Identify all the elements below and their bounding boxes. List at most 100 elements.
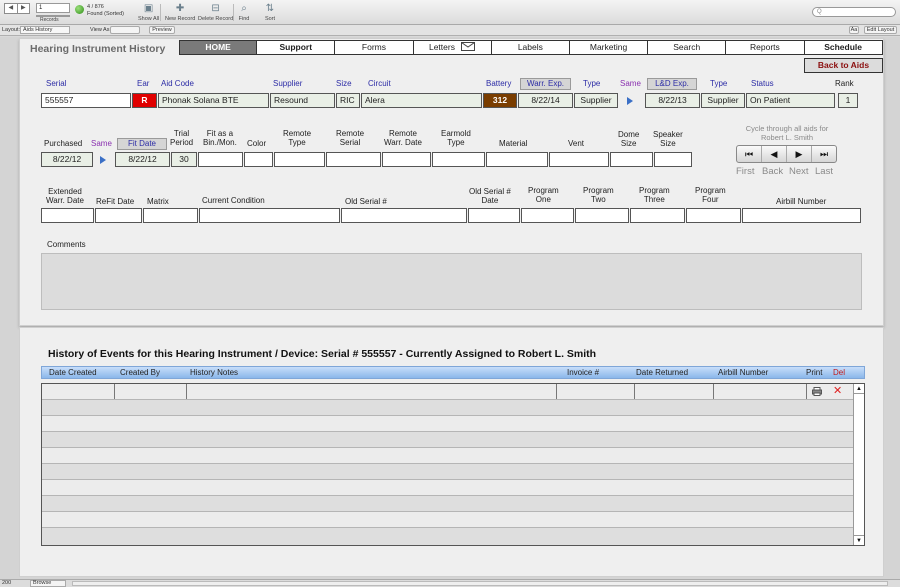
- tab-schedule[interactable]: Schedule: [804, 40, 883, 55]
- record-nav-arrows[interactable]: ◀ ▶: [4, 3, 30, 14]
- circuit-field[interactable]: Alera: [361, 93, 482, 108]
- remote-type-field[interactable]: [274, 152, 325, 167]
- history-portal[interactable]: ✕ ▲ ▼: [41, 383, 865, 546]
- back-to-aids-button[interactable]: Back to Aids: [804, 58, 883, 73]
- supplier-field[interactable]: Resound: [270, 93, 335, 108]
- table-row[interactable]: [42, 528, 853, 545]
- text-format-button[interactable]: Aa: [849, 26, 859, 34]
- show-all-button[interactable]: ▣ Show All: [138, 3, 159, 22]
- type2-field[interactable]: Supplier: [701, 93, 745, 108]
- record-number-input[interactable]: 1: [36, 3, 70, 13]
- print-icon[interactable]: [812, 387, 822, 396]
- warr-exp-button[interactable]: Warr. Exp.: [520, 78, 571, 90]
- mode-select[interactable]: Browse: [30, 580, 66, 587]
- zoom-level[interactable]: 200: [2, 580, 11, 587]
- speaker-size-field[interactable]: [654, 152, 692, 167]
- prev-record-icon[interactable]: ◀: [5, 4, 17, 13]
- ext-warr-label: Extended Warr. Date: [46, 187, 84, 205]
- next-record-icon[interactable]: ▶: [16, 4, 30, 13]
- horizontal-scrollbar[interactable]: [72, 581, 888, 586]
- tab-home[interactable]: HOME: [179, 40, 258, 55]
- delete-icon[interactable]: ✕: [833, 385, 843, 397]
- sort-button[interactable]: ⇅ Sort: [264, 3, 276, 22]
- material-field[interactable]: [486, 152, 548, 167]
- envelope-icon: [461, 42, 476, 51]
- table-row[interactable]: [42, 496, 853, 512]
- table-row[interactable]: [42, 480, 853, 496]
- program-two-field[interactable]: [575, 208, 629, 223]
- program-three-field[interactable]: [630, 208, 685, 223]
- rank-field[interactable]: 1: [838, 93, 858, 108]
- scroll-up-icon[interactable]: ▲: [854, 384, 864, 394]
- old-serial-field[interactable]: [341, 208, 467, 223]
- found-count-value: 4 / 876: [87, 4, 104, 10]
- matrix-field[interactable]: [143, 208, 198, 223]
- airbill-field[interactable]: [742, 208, 861, 223]
- current-condition-field[interactable]: [199, 208, 340, 223]
- table-row[interactable]: [42, 448, 853, 464]
- first-record-icon[interactable]: ⏮: [737, 146, 761, 162]
- ld-exp-field[interactable]: 8/22/13: [645, 93, 700, 108]
- edit-layout-button[interactable]: Edit Layout: [864, 26, 897, 34]
- row-created-by[interactable]: [115, 384, 187, 399]
- history-scrollbar[interactable]: ▲ ▼: [853, 384, 864, 545]
- old-serial-date-field[interactable]: [468, 208, 520, 223]
- ext-warr-field[interactable]: [41, 208, 94, 223]
- row-airbill[interactable]: [714, 384, 807, 399]
- tab-marketing[interactable]: Marketing: [569, 40, 649, 55]
- remote-warr-field[interactable]: [382, 152, 431, 167]
- row-invoice[interactable]: [557, 384, 635, 399]
- type-field[interactable]: Supplier: [574, 93, 618, 108]
- dome-size-field[interactable]: [610, 152, 653, 167]
- row-history-notes[interactable]: [187, 384, 557, 399]
- remote-serial-field[interactable]: [326, 152, 381, 167]
- program-one-field[interactable]: [521, 208, 574, 223]
- table-row[interactable]: [42, 400, 853, 416]
- battery-field[interactable]: 312: [483, 93, 517, 108]
- row-date-returned[interactable]: [635, 384, 714, 399]
- tab-forms[interactable]: Forms: [335, 40, 414, 55]
- ld-exp-button[interactable]: L&D Exp.: [647, 78, 697, 90]
- table-row[interactable]: [42, 512, 853, 528]
- preview-button[interactable]: Preview: [149, 26, 175, 34]
- earmold-type-field[interactable]: [432, 152, 485, 167]
- tab-labels[interactable]: Labels: [491, 40, 570, 55]
- status-field[interactable]: On Patient: [746, 93, 835, 108]
- fit-date-button[interactable]: Fit Date: [117, 138, 167, 150]
- scroll-down-icon[interactable]: ▼: [854, 535, 864, 545]
- color-field[interactable]: [244, 152, 273, 167]
- table-row[interactable]: [42, 416, 853, 432]
- tab-reports[interactable]: Reports: [726, 40, 805, 55]
- triangle-right-icon[interactable]: [100, 156, 106, 164]
- new-record-button[interactable]: ✚ New Record: [165, 3, 195, 22]
- tab-support[interactable]: Support: [257, 40, 336, 55]
- ear-field[interactable]: R: [132, 93, 157, 108]
- refit-date-field[interactable]: [95, 208, 142, 223]
- program-four-field[interactable]: [686, 208, 741, 223]
- view-as-buttons[interactable]: [110, 26, 140, 34]
- size-field[interactable]: RIC: [336, 93, 360, 108]
- back-record-icon[interactable]: ◀: [761, 146, 786, 162]
- tab-letters[interactable]: Letters: [413, 40, 492, 55]
- fit-as-field[interactable]: [198, 152, 243, 167]
- delete-record-button[interactable]: ⊟ Delete Record: [198, 3, 233, 22]
- comments-field[interactable]: [41, 253, 862, 310]
- purchased-field[interactable]: 8/22/12: [41, 152, 93, 167]
- serial-field[interactable]: 555557: [41, 93, 131, 108]
- aid-code-field[interactable]: Phonak Solana BTE: [158, 93, 269, 108]
- layout-select[interactable]: Aids History: [20, 26, 70, 34]
- table-row[interactable]: ✕: [42, 384, 853, 400]
- vent-field[interactable]: [549, 152, 609, 167]
- next-record-icon[interactable]: ▶: [786, 146, 811, 162]
- last-record-icon[interactable]: ⏭: [811, 146, 836, 162]
- triangle-right-icon[interactable]: [627, 97, 633, 105]
- quick-find-input[interactable]: Q: [812, 7, 896, 17]
- fit-date-field[interactable]: 8/22/12: [115, 152, 170, 167]
- warr-exp-field[interactable]: 8/22/14: [518, 93, 573, 108]
- tab-search[interactable]: Search: [648, 40, 727, 55]
- table-row[interactable]: [42, 464, 853, 480]
- find-button[interactable]: ⌕ Find: [238, 3, 250, 22]
- table-row[interactable]: [42, 432, 853, 448]
- row-date-created[interactable]: [42, 384, 115, 399]
- trial-period-field[interactable]: 30: [171, 152, 197, 167]
